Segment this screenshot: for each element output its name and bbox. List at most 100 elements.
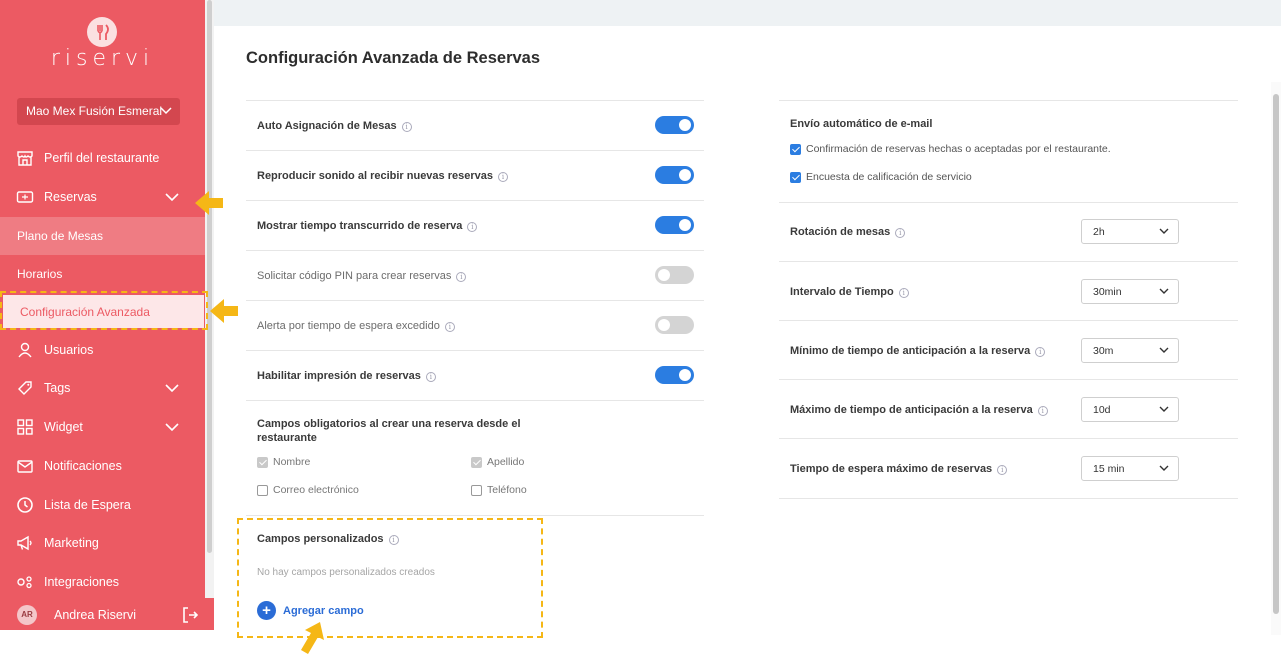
- info-icon[interactable]: i: [497, 172, 508, 182]
- divider: [246, 400, 704, 401]
- user-icon: [18, 342, 32, 358]
- divider: [246, 200, 704, 201]
- sidebar-item-label: Tags: [44, 381, 71, 395]
- select-tiempo-espera[interactable]: 15 min: [1081, 456, 1179, 481]
- divider: [246, 515, 704, 516]
- checkbox[interactable]: [257, 484, 268, 496]
- chevron-down-icon: [1159, 406, 1169, 412]
- scrollbar-thumb[interactable]: [207, 0, 212, 553]
- info-icon[interactable]: i: [444, 322, 455, 332]
- integrations-icon: [17, 576, 32, 589]
- sidebar-item-label: Reservas: [44, 190, 97, 204]
- checkbox[interactable]: [471, 456, 482, 468]
- storefront-icon: [17, 151, 33, 166]
- setting-label: Auto Asignación de Mesas i: [257, 120, 412, 132]
- info-icon[interactable]: i: [456, 272, 467, 282]
- setting-label: Tiempo de espera máximo de reservas i: [790, 463, 1008, 475]
- toggle-knob: [658, 319, 670, 331]
- grid-icon: [17, 419, 33, 435]
- checkbox-apellido[interactable]: Apellido: [471, 456, 524, 468]
- checkbox[interactable]: [790, 143, 801, 155]
- arrow-left-icon: [195, 191, 223, 215]
- checkbox-confirmacion[interactable]: Confirmación de reservas hechas o acepta…: [790, 143, 1111, 155]
- setting-label: Solicitar código PIN para crear reservas…: [257, 270, 467, 282]
- sidebar-item-tags[interactable]: Tags: [0, 369, 205, 407]
- checkbox-label: Confirmación de reservas hechas o acepta…: [806, 143, 1111, 155]
- info-icon[interactable]: i: [997, 465, 1008, 475]
- highlight-box-custom-fields: [237, 518, 543, 638]
- info-icon[interactable]: i: [467, 222, 478, 232]
- checkbox[interactable]: [257, 456, 268, 468]
- checkbox-label: Teléfono: [487, 484, 527, 496]
- arrow-up-icon: [301, 622, 324, 654]
- select-intervalo[interactable]: 30min: [1081, 279, 1179, 304]
- avatar[interactable]: AR: [17, 605, 37, 625]
- toggle-knob: [679, 369, 691, 381]
- select-value: 2h: [1093, 226, 1105, 238]
- select-rotacion-mesas[interactable]: 2h: [1081, 219, 1179, 244]
- checkbox-encuesta[interactable]: Encuesta de calificación de servicio: [790, 171, 972, 183]
- divider: [779, 320, 1238, 321]
- checkbox[interactable]: [790, 171, 801, 183]
- setting-text: Intervalo de Tiempo: [790, 286, 894, 298]
- sidebar-item-widget[interactable]: Widget: [0, 408, 205, 446]
- sidebar-item-label: Lista de Espera: [44, 498, 131, 512]
- sidebar-subitem-horarios[interactable]: Horarios: [0, 255, 205, 293]
- checkbox[interactable]: [471, 484, 482, 496]
- checkbox-label: Nombre: [273, 456, 311, 468]
- ticket-icon: [16, 191, 34, 203]
- sidebar-item-integraciones[interactable]: Integraciones: [0, 563, 205, 601]
- setting-text: Mínimo de tiempo de anticipación a la re…: [790, 345, 1031, 357]
- scrollbar-thumb[interactable]: [1273, 94, 1279, 614]
- envelope-icon: [17, 460, 33, 473]
- sidebar-item-label: Perfil del restaurante: [44, 151, 160, 165]
- tag-icon: [18, 381, 32, 395]
- checkbox-label: Apellido: [487, 456, 525, 468]
- brand-name: riservi: [50, 46, 155, 71]
- select-value: 30m: [1093, 345, 1114, 357]
- chevron-down-icon: [160, 107, 172, 115]
- sidebar-item-label: Widget: [44, 420, 83, 434]
- divider: [779, 498, 1238, 499]
- setting-text: Auto Asignación de Mesas: [257, 120, 397, 132]
- toggle-impresion[interactable]: [655, 366, 694, 384]
- sidebar-item-perfil[interactable]: Perfil del restaurante: [0, 139, 205, 177]
- sidebar-item-notificaciones[interactable]: Notificaciones: [0, 447, 205, 485]
- toggle-alerta-espera[interactable]: [655, 316, 694, 334]
- sidebar-item-marketing[interactable]: Marketing: [0, 524, 205, 562]
- user-bar: AR Andrea Riservi: [0, 598, 214, 630]
- restaurant-selector[interactable]: Mao Mex Fusión Esmeral: [17, 98, 180, 125]
- divider: [246, 100, 704, 101]
- select-maximo-anticipacion[interactable]: 10d: [1081, 397, 1179, 422]
- divider: [779, 379, 1238, 380]
- toggle-mostrar-tiempo[interactable]: [655, 216, 694, 234]
- info-icon[interactable]: i: [1037, 406, 1048, 416]
- main-scrollbar[interactable]: [1271, 82, 1281, 635]
- logout-icon[interactable]: [181, 606, 199, 624]
- info-icon[interactable]: i: [401, 122, 412, 132]
- setting-label: Rotación de mesas i: [790, 226, 906, 238]
- select-minimo-anticipacion[interactable]: 30m: [1081, 338, 1179, 363]
- setting-label: Habilitar impresión de reservas i: [257, 370, 436, 382]
- sidebar-item-usuarios[interactable]: Usuarios: [0, 331, 205, 369]
- info-icon[interactable]: i: [895, 228, 906, 238]
- divider: [779, 438, 1238, 439]
- toggle-solicitar-pin[interactable]: [655, 266, 694, 284]
- checkbox-nombre[interactable]: Nombre: [257, 456, 310, 468]
- setting-label: Intervalo de Tiempo i: [790, 286, 909, 298]
- sidebar-item-reservas[interactable]: Reservas: [0, 178, 205, 216]
- checkbox-telefono[interactable]: Teléfono: [471, 484, 527, 496]
- setting-label: Reproducir sonido al recibir nuevas rese…: [257, 170, 508, 182]
- sidebar-item-lista-de-espera[interactable]: Lista de Espera: [0, 486, 205, 524]
- megaphone-icon: [17, 535, 32, 551]
- info-icon[interactable]: i: [425, 372, 436, 382]
- sidebar-subitem-plano-de-mesas[interactable]: Plano de Mesas: [0, 217, 205, 255]
- toggle-reproducir-sonido[interactable]: [655, 166, 694, 184]
- info-icon[interactable]: i: [898, 288, 909, 298]
- toggle-auto-asignacion[interactable]: [655, 116, 694, 134]
- info-icon[interactable]: i: [1035, 347, 1046, 357]
- restaurant-name: Mao Mex Fusión Esmeral: [26, 104, 163, 118]
- highlight-box-config: [0, 291, 208, 330]
- checkbox-correo[interactable]: Correo electrónico: [257, 484, 359, 496]
- required-fields-title: Campos obligatorios al crear una reserva…: [257, 418, 521, 444]
